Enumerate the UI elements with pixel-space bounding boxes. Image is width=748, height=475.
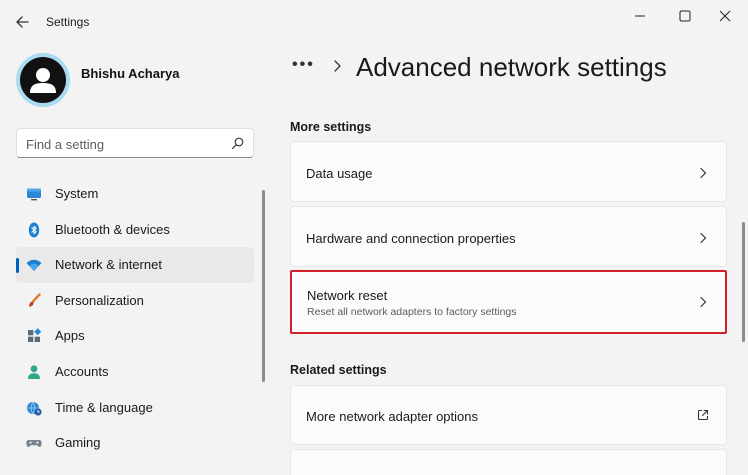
minimize-icon xyxy=(635,15,645,17)
globe-clock-icon xyxy=(27,401,42,416)
card-title: More network adapter options xyxy=(306,409,478,424)
avatar[interactable] xyxy=(16,53,70,107)
brush-icon xyxy=(29,293,41,307)
sidebar-item-network[interactable]: Network & internet xyxy=(16,247,254,283)
title-bar: Settings xyxy=(0,0,748,44)
card-title: Data usage xyxy=(306,166,373,181)
sidebar-item-label: Bluetooth & devices xyxy=(55,221,170,237)
chevron-right-icon xyxy=(700,296,707,308)
active-indicator xyxy=(16,258,19,274)
content-scrollbar[interactable] xyxy=(742,222,745,342)
maximize-button[interactable] xyxy=(665,4,705,28)
card-title: Network reset xyxy=(307,288,388,303)
sidebar: Bhishu Acharya System Bluetooth & device… xyxy=(0,44,270,475)
sidebar-item-bluetooth[interactable]: Bluetooth & devices xyxy=(16,212,254,248)
sidebar-item-label: Gaming xyxy=(55,435,101,451)
card-title: Hardware and connection properties xyxy=(306,231,516,246)
user-name: Bhishu Acharya xyxy=(81,66,180,81)
sidebar-item-label: Time & language xyxy=(55,399,153,415)
page-title: Advanced network settings xyxy=(356,52,667,82)
sidebar-item-system[interactable]: System xyxy=(16,176,254,212)
card-subtitle: Reset all network adapters to factory se… xyxy=(307,306,517,318)
card-data-usage[interactable]: Data usage xyxy=(290,141,727,202)
person-avatar-icon xyxy=(30,68,56,93)
close-button[interactable] xyxy=(705,4,745,28)
search-icon[interactable] xyxy=(230,136,245,151)
window-title: Settings xyxy=(46,15,90,29)
search-input[interactable] xyxy=(26,135,216,153)
card-hardware-properties[interactable]: Hardware and connection properties xyxy=(290,206,727,267)
card-more-adapter-options[interactable]: More network adapter options xyxy=(290,385,727,445)
person-icon xyxy=(28,365,40,379)
search-box[interactable] xyxy=(16,128,254,158)
wifi-icon xyxy=(26,259,42,272)
gamepad-icon xyxy=(26,440,42,448)
monitor-icon xyxy=(27,188,41,201)
back-button[interactable] xyxy=(12,11,34,33)
external-link-icon xyxy=(697,409,709,421)
sidebar-item-label: Accounts xyxy=(55,363,109,379)
section-header-related-settings: Related settings xyxy=(290,363,387,377)
sidebar-item-accounts[interactable]: Accounts xyxy=(16,354,254,390)
chevron-right-icon xyxy=(334,60,341,72)
sidebar-item-label: Personalization xyxy=(55,292,144,308)
sidebar-item-personalization[interactable]: Personalization xyxy=(16,283,254,319)
card-next-partial[interactable] xyxy=(290,449,727,475)
close-icon xyxy=(719,10,731,22)
breadcrumb-overflow-button[interactable]: ••• xyxy=(292,56,315,74)
apps-icon xyxy=(28,328,42,343)
maximize-icon xyxy=(679,10,691,22)
sidebar-item-apps[interactable]: Apps xyxy=(16,318,254,354)
sidebar-item-label: Apps xyxy=(55,328,85,344)
sidebar-scrollbar[interactable] xyxy=(262,190,265,382)
main-content: ••• Advanced network settings More setti… xyxy=(270,44,748,475)
section-header-more-settings: More settings xyxy=(290,120,372,134)
sidebar-item-label: Network & internet xyxy=(55,257,162,273)
sidebar-item-time-language[interactable]: Time & language xyxy=(16,390,254,426)
chevron-right-icon xyxy=(700,167,707,179)
minimize-button[interactable] xyxy=(620,4,660,28)
sidebar-item-gaming[interactable]: Gaming xyxy=(16,425,254,461)
arrow-left-icon xyxy=(16,16,29,28)
bluetooth-icon xyxy=(28,222,40,238)
sidebar-nav: System Bluetooth & devices Network & int… xyxy=(16,176,254,461)
card-network-reset[interactable]: Network reset Reset all network adapters… xyxy=(290,270,727,334)
sidebar-item-label: System xyxy=(55,186,99,201)
chevron-right-icon xyxy=(700,232,707,244)
